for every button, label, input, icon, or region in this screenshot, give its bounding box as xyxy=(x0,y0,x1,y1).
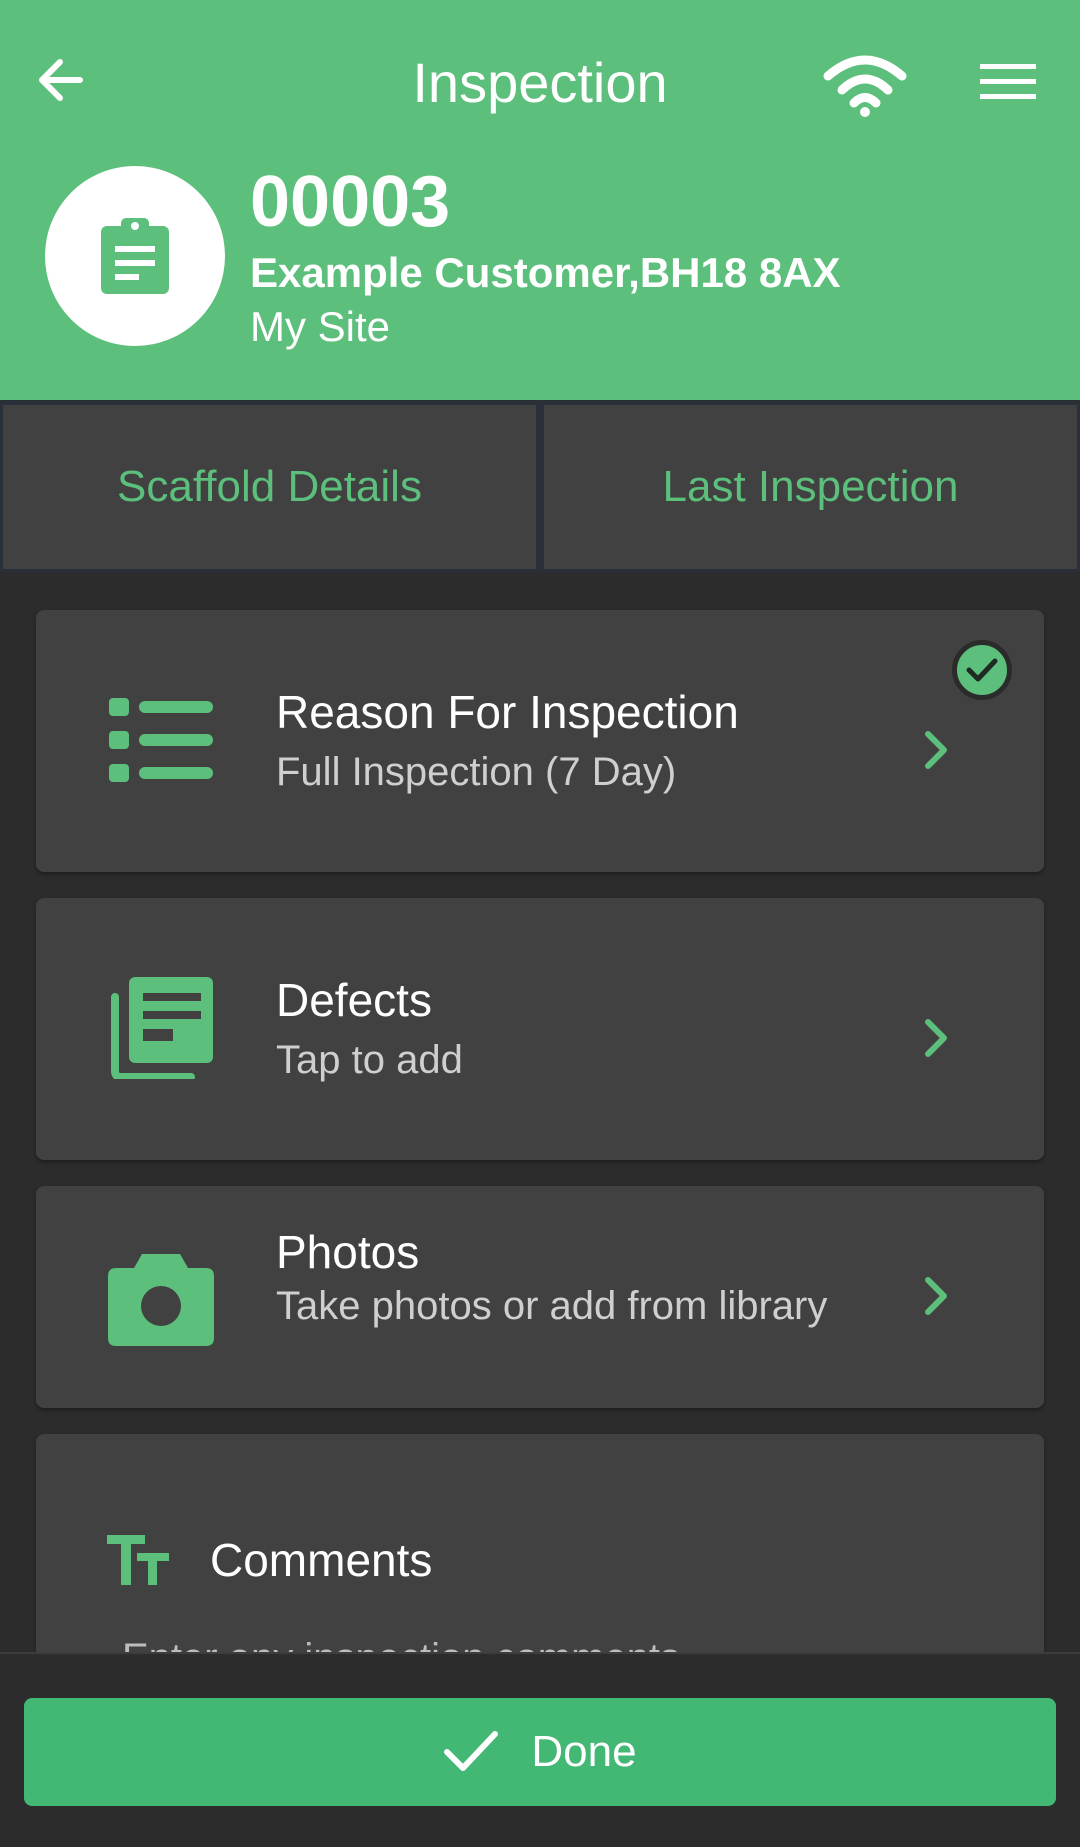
header: Inspection 00003 Example Customer,BH18 8… xyxy=(0,0,1080,400)
customer-name: Example Customer,BH18 8AX xyxy=(250,249,841,296)
chevron-right-icon xyxy=(925,731,947,769)
site-name: My Site xyxy=(250,303,391,350)
documents-icon xyxy=(106,976,216,1080)
checkmark-icon xyxy=(444,1731,499,1771)
defects-title: Defects xyxy=(276,974,432,1026)
tab-scaffold-details[interactable]: Scaffold Details xyxy=(0,402,539,572)
chevron-right-icon xyxy=(925,1019,947,1057)
clipboard-icon xyxy=(101,218,169,294)
wifi-icon xyxy=(823,55,907,117)
wifi-status xyxy=(820,50,910,120)
job-number: 00003 xyxy=(250,162,451,242)
chevron-right-icon xyxy=(925,1277,947,1315)
reason-card[interactable]: Reason For Inspection Full Inspection (7… xyxy=(36,610,1044,872)
tab-last-inspection[interactable]: Last Inspection xyxy=(541,402,1080,572)
reason-subtitle: Full Inspection (7 Day) xyxy=(276,750,677,794)
page-title: Inspection xyxy=(412,51,668,114)
completed-check-badge xyxy=(952,640,1012,700)
done-button[interactable]: Done xyxy=(24,1698,1056,1806)
text-size-icon xyxy=(106,1532,170,1588)
bottom-bar: Done xyxy=(0,1652,1080,1847)
menu-button[interactable] xyxy=(970,50,1046,114)
avatar xyxy=(45,166,225,346)
photos-title: Photos xyxy=(276,1226,420,1278)
list-icon xyxy=(106,690,216,790)
defects-card[interactable]: Defects Tap to add xyxy=(36,898,1044,1160)
checkmark-icon xyxy=(966,658,998,682)
camera-icon xyxy=(106,1252,216,1348)
reason-title: Reason For Inspection xyxy=(276,686,739,738)
hamburger-menu-icon xyxy=(980,64,1036,99)
comments-label: Comments xyxy=(210,1534,433,1586)
defects-subtitle: Tap to add xyxy=(276,1038,463,1082)
inspection-screen: Inspection 00003 Example Customer,BH18 8… xyxy=(0,0,1080,1847)
tab-bar: Scaffold Details Last Inspection xyxy=(0,400,1080,572)
done-label: Done xyxy=(531,1727,637,1776)
photos-card[interactable]: Photos Take photos or add from library xyxy=(36,1186,1044,1408)
photos-subtitle: Take photos or add from library xyxy=(276,1284,828,1328)
